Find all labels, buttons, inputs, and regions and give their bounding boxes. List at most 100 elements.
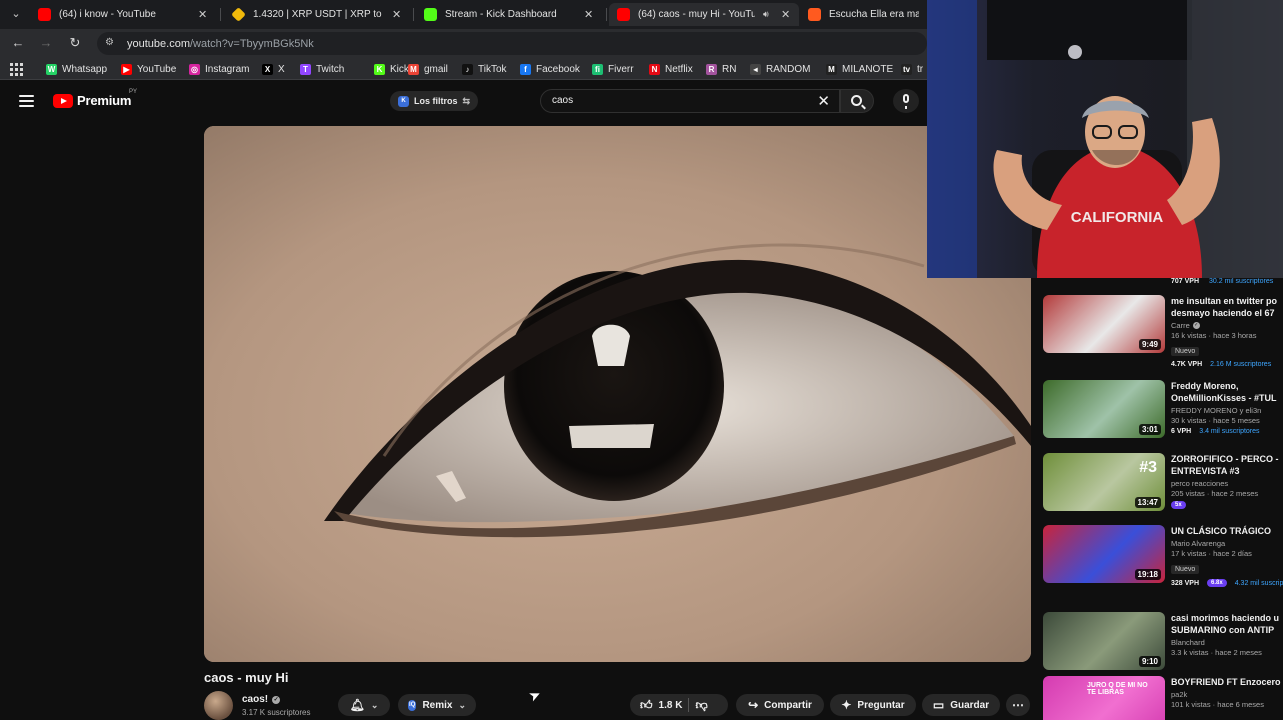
youtube-premium-logo[interactable]: Premium PY bbox=[53, 89, 137, 108]
menu-icon[interactable] bbox=[19, 95, 34, 107]
video-frame-eye-closeup bbox=[204, 126, 1031, 662]
recommended-channel-row[interactable]: FREDDY MORENO y eli3n bbox=[1171, 406, 1283, 415]
close-tab-icon[interactable]: ✕ bbox=[781, 8, 791, 21]
multiplier-badge: 5x bbox=[1171, 501, 1186, 509]
bookmark-item[interactable]: Mgmail bbox=[408, 62, 448, 76]
recommended-video-title-line2[interactable]: SUBMARINO con ANTIP bbox=[1171, 624, 1283, 636]
video-thumbnail[interactable]: #3 13:47 bbox=[1043, 453, 1165, 511]
recommended-video-title[interactable]: Freddy Moreno, bbox=[1171, 380, 1283, 392]
browser-tab[interactable]: 1.4320 | XRP USDT | XRP to USD ✕ bbox=[224, 3, 410, 26]
channel-name: caos! bbox=[242, 694, 269, 705]
site-info-icon[interactable]: ⚙ bbox=[105, 37, 117, 49]
video-duration: 19:18 bbox=[1134, 569, 1161, 580]
bookmark-item[interactable]: N Netflix bbox=[649, 62, 693, 76]
remix-button[interactable]: IQ Remix ⌄ bbox=[398, 694, 476, 716]
address-bar[interactable]: ⚙ youtube.com/watch?v=TbyymBGk5Nk bbox=[97, 32, 927, 55]
bookmark-item[interactable]: fi Fiverr bbox=[592, 62, 634, 76]
close-tab-icon[interactable]: ✕ bbox=[584, 8, 594, 21]
browser-tab[interactable]: Escucha Ella era mala d bbox=[800, 3, 927, 26]
recommended-video[interactable]: 19:18 UN CLÁSICO TRÁGICO Mario Alvarenga 17… bbox=[1043, 525, 1283, 591]
recommended-channel-row[interactable]: perco reacciones bbox=[1171, 479, 1283, 488]
recommended-video-title[interactable]: ZORROFIFICO - PERCO - bbox=[1171, 453, 1283, 465]
speaker-icon[interactable]: 🔊︎ bbox=[763, 9, 773, 20]
recommended-video-title[interactable]: UN CLÁSICO TRÁGICO bbox=[1171, 525, 1283, 537]
bookmark-item[interactable]: XX bbox=[262, 62, 285, 76]
bookmark-item[interactable]: ◂ RANDOM bbox=[750, 62, 810, 76]
video-thumbnail[interactable]: 9:10 bbox=[1043, 612, 1165, 670]
apps-grid-icon[interactable] bbox=[9, 62, 23, 76]
recommended-video-title[interactable]: me insultan en twitter po bbox=[1171, 295, 1283, 307]
filters-chip[interactable]: K Los filtros ⇆ bbox=[390, 91, 479, 111]
recommended-channel-name: Blanchard bbox=[1171, 638, 1205, 647]
ask-button[interactable]: ✦ Preguntar bbox=[830, 694, 916, 716]
video-duration: 13:47 bbox=[1134, 497, 1161, 508]
thumbnail-text: JURO Q DE MI NO TE LIBRAS bbox=[1087, 682, 1148, 696]
close-tab-icon[interactable]: ✕ bbox=[392, 8, 402, 21]
bookmark-item[interactable]: ♪ TikTok bbox=[462, 62, 507, 76]
video-stats-row: 6 VPH 3.4 mil suscriptores bbox=[1171, 428, 1283, 435]
bookmark-item[interactable]: W Whatsapp bbox=[46, 62, 107, 76]
kick-favicon-icon bbox=[424, 8, 437, 21]
recommended-video[interactable]: 9:10 casi morimos haciendo u SUBMARINO con… bbox=[1043, 612, 1283, 678]
video-thumbnail[interactable]: JURO Q DE MI NO TE LIBRAS bbox=[1043, 676, 1165, 720]
bookmark-label: Fiverr bbox=[608, 63, 634, 75]
recommended-video-meta: 205 vistas · hace 2 meses bbox=[1171, 489, 1259, 498]
video-player[interactable] bbox=[204, 126, 1031, 662]
recommended-channel-name: FREDDY MORENO y eli3n bbox=[1171, 406, 1262, 415]
bookmark-item[interactable]: ▶ YouTube bbox=[121, 62, 176, 76]
bookmark-item[interactable]: ◎ Instagram bbox=[189, 62, 249, 76]
recommended-video-title-line2[interactable]: OneMillionKisses - #TUL bbox=[1171, 392, 1283, 404]
more-actions-button[interactable]: ⋯ bbox=[1006, 694, 1030, 716]
bookmark-item[interactable]: f Facebook bbox=[520, 62, 580, 76]
vph-stat: 4.7K VPH bbox=[1171, 361, 1203, 368]
clear-search-icon[interactable]: ✕ bbox=[817, 92, 830, 110]
search-button[interactable] bbox=[840, 89, 874, 113]
video-thumbnail[interactable]: 19:18 bbox=[1043, 525, 1165, 583]
recommended-video-title-line2[interactable]: desmayo haciendo el 67 bbox=[1171, 307, 1283, 319]
subscriber-stat: 30.2 mil suscriptores bbox=[1209, 278, 1274, 285]
like-icon[interactable]: 👍︎ bbox=[640, 698, 653, 713]
back-arrow-icon[interactable]: ← bbox=[10, 35, 26, 51]
notification-bell-button[interactable]: 🔔︎ ⌄ bbox=[338, 694, 390, 716]
recommended-video[interactable]: JURO Q DE MI NO TE LIBRAS BOYFRIEND FT En… bbox=[1043, 676, 1283, 720]
recommended-video-title[interactable]: BOYFRIEND FT Enzocero bbox=[1171, 676, 1283, 688]
browser-tab-active[interactable]: (64) caos - muy Hi - YouTube 🔊︎ ✕ bbox=[609, 3, 799, 26]
close-tab-icon[interactable]: ✕ bbox=[198, 8, 208, 21]
bookmark-item[interactable]: T Twitch bbox=[300, 62, 344, 76]
webcam-overlay: CALIFORNIA bbox=[927, 0, 1283, 278]
bookmark-item[interactable]: tv tr bbox=[901, 62, 923, 76]
recommended-video-title-line2[interactable]: ENTREVISTA #3 bbox=[1171, 465, 1283, 477]
reload-icon[interactable]: ↻ bbox=[67, 35, 83, 51]
bookmark-favicon-icon: ◂ bbox=[750, 63, 761, 75]
recommended-video[interactable]: #3 13:47 ZORROFIFICO - PERCO - ENTREVISTA #… bbox=[1043, 453, 1283, 519]
recommended-channel-row[interactable]: pa2k bbox=[1171, 690, 1283, 699]
channel-name-row[interactable]: caos! ✓ bbox=[242, 694, 281, 705]
dislike-icon[interactable]: 👎︎ bbox=[695, 698, 707, 713]
tab-title: 1.4320 | XRP USDT | XRP to USD bbox=[253, 9, 384, 20]
video-stats-row: 4.7K VPH 2.16 M suscriptores bbox=[1171, 361, 1283, 368]
tab-search-chevron-icon[interactable]: ⌄ bbox=[8, 6, 24, 22]
browser-tab[interactable]: (64) i know - YouTube ✕ bbox=[30, 3, 216, 26]
bookmark-label: Instagram bbox=[205, 63, 250, 75]
share-button[interactable]: ↪ Compartir bbox=[736, 694, 824, 716]
recommended-video[interactable]: 9:49 me insultan en twitter po desmayo hac… bbox=[1043, 295, 1283, 368]
bookmark-item[interactable]: R RN bbox=[706, 62, 736, 76]
video-thumbnail[interactable]: 3:01 bbox=[1043, 380, 1165, 438]
voice-search-button[interactable] bbox=[893, 89, 919, 113]
bookmark-favicon-icon: W bbox=[46, 63, 57, 75]
save-button[interactable]: ▭ Guardar bbox=[922, 694, 1000, 716]
forward-arrow-icon[interactable]: → bbox=[38, 35, 54, 51]
like-count[interactable]: 1.8 K bbox=[659, 700, 683, 711]
search-input[interactable]: caos ✕ bbox=[540, 89, 840, 113]
recommended-channel-row[interactable]: Carre ✓ bbox=[1171, 321, 1283, 330]
youtube-favicon-icon bbox=[617, 8, 630, 21]
browser-tab[interactable]: Stream - Kick Dashboard ✕ bbox=[416, 3, 602, 26]
recommended-video[interactable]: 3:01 Freddy Moreno, OneMillionKisses - #TU… bbox=[1043, 380, 1283, 446]
bookmark-item[interactable]: M MILANOTE bbox=[826, 62, 893, 76]
channel-avatar[interactable] bbox=[204, 691, 233, 720]
recommended-channel-row[interactable]: Mario Alvarenga bbox=[1171, 539, 1283, 548]
recommended-channel-row[interactable]: Blanchard bbox=[1171, 638, 1283, 647]
recommended-video-title[interactable]: casi morimos haciendo u bbox=[1171, 612, 1283, 624]
bookmark-item[interactable]: K Kick bbox=[374, 62, 409, 76]
video-thumbnail[interactable]: 9:49 bbox=[1043, 295, 1165, 353]
